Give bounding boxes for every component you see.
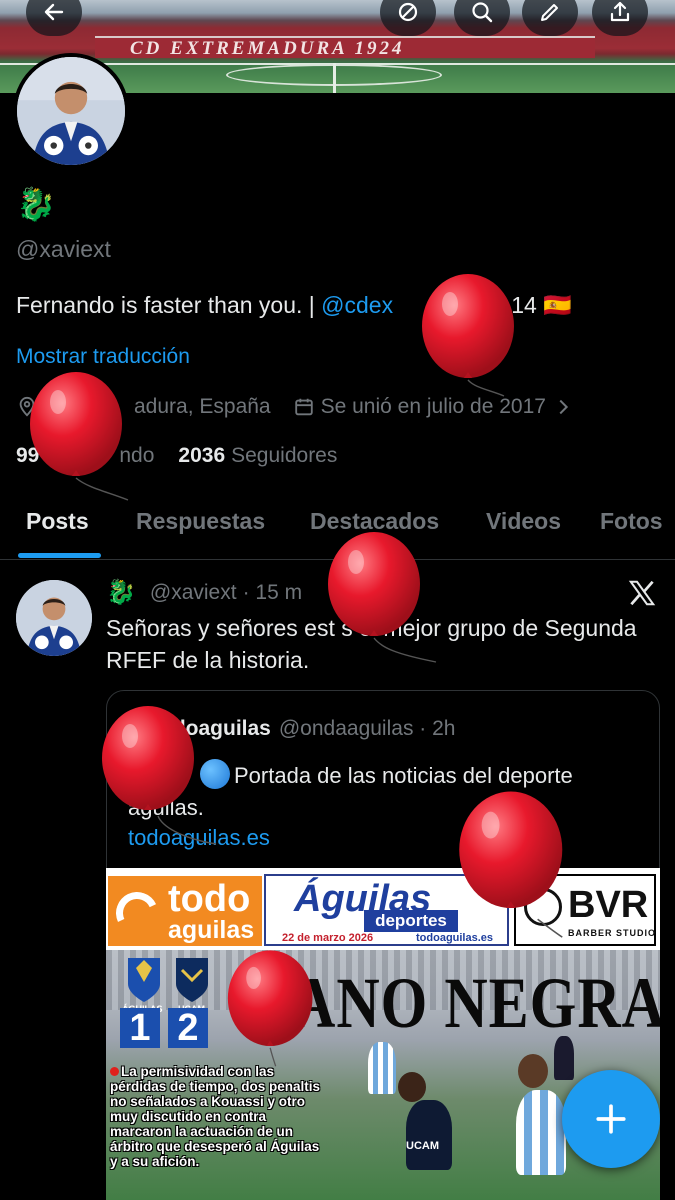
plus-icon bbox=[596, 1104, 626, 1134]
player bbox=[368, 1042, 396, 1094]
tweet-header: 🐉 @xaviext · 15 m bbox=[106, 578, 302, 607]
edit-icon bbox=[541, 4, 558, 21]
bio-text-suffix: FA14 🇪🇸 bbox=[483, 292, 572, 318]
followers-count: 2036 bbox=[178, 444, 226, 467]
tab-photos[interactable]: Fotos bbox=[600, 508, 663, 535]
profile-tabs: Posts Respuestas Destacados Videos Fotos bbox=[0, 490, 675, 560]
followers-link[interactable]: 2036 Seguidores bbox=[178, 444, 337, 468]
location-pin-icon bbox=[19, 396, 35, 417]
active-tab-indicator bbox=[18, 553, 101, 558]
aguilas-crest-icon bbox=[128, 958, 160, 1002]
tab-posts[interactable]: Posts bbox=[26, 508, 89, 535]
ucam-crest-icon bbox=[176, 958, 208, 1002]
bio-text-prefix: Fernando is faster than you. | bbox=[16, 292, 322, 318]
avatar-photo bbox=[17, 57, 125, 165]
cover-site: todoaguilas.es bbox=[416, 932, 494, 944]
sponsor-name: BVR bbox=[568, 884, 649, 926]
chevron-right-icon[interactable] bbox=[552, 396, 574, 418]
tab-highlights[interactable]: Destacados bbox=[310, 508, 439, 535]
pitch-center-line bbox=[333, 63, 336, 93]
deportes-label: deportes bbox=[364, 910, 458, 932]
cover-date: 22 de marzo 2026 bbox=[282, 932, 374, 944]
bvr-sponsor-logo: BVR BARBER STUDIO bbox=[514, 874, 656, 946]
red-bullet-icon bbox=[110, 1067, 119, 1076]
share-icon bbox=[610, 1, 630, 22]
todoaguilas-logo-mark bbox=[110, 886, 164, 940]
sponsor-subtitle: BARBER STUDIO bbox=[568, 928, 657, 938]
tweet-time: · 15 m bbox=[242, 580, 303, 604]
profile-meta: adura, España Se unió en julio de 2017 bbox=[16, 395, 574, 419]
bvr-emblem bbox=[524, 888, 562, 926]
stadium-text: CD EXTREMADURA 1924 bbox=[130, 38, 405, 59]
jersey-text: UCAM bbox=[406, 1140, 439, 1152]
quote-header: odoaguilas @ondaaguilas · 2h bbox=[160, 717, 455, 741]
tab-videos[interactable]: Videos bbox=[486, 508, 561, 535]
cover-caption: La permisividad con las pérdidas de tiem… bbox=[110, 1064, 322, 1169]
aguilas-deportes-logo: Águilas deportes 22 de marzo 2026 todoag… bbox=[264, 874, 509, 946]
scoreboard: 1 2 bbox=[120, 1008, 210, 1052]
cover-headline: ANO NEGRA bbox=[292, 963, 660, 1043]
bio-mention-link[interactable]: @cdex bbox=[321, 292, 393, 318]
translate-link[interactable]: Mostrar traducción bbox=[16, 345, 190, 369]
following-link[interactable]: 99 ndo bbox=[16, 444, 154, 468]
player bbox=[406, 1100, 452, 1170]
quote-link[interactable]: todoaguilas.es bbox=[128, 825, 270, 851]
tweet-text: Señoras y señores est s el mejor grupo d… bbox=[106, 615, 637, 673]
quote-text: Portada de las noticias del deporte agui… bbox=[128, 759, 648, 824]
compose-button[interactable] bbox=[562, 1070, 660, 1168]
tweet-avatar[interactable] bbox=[16, 580, 92, 656]
profile-handle: @xaviext bbox=[16, 236, 111, 262]
blue-circle-emoji bbox=[200, 759, 230, 789]
dragon-emoji: 🐉 bbox=[106, 579, 136, 606]
tab-replies[interactable]: Respuestas bbox=[136, 508, 265, 535]
cover-caption-text: La permisividad con las pérdidas de tiem… bbox=[110, 1064, 321, 1169]
avatar-photo bbox=[16, 580, 92, 656]
score-away: 2 bbox=[168, 1008, 208, 1048]
player-head bbox=[518, 1054, 548, 1088]
profile-joined: Se unió en julio de 2017 bbox=[320, 395, 546, 418]
followers-label: Seguidores bbox=[231, 444, 338, 467]
dragon-emoji: 🐉 bbox=[16, 186, 56, 222]
x-logo-icon[interactable] bbox=[626, 578, 658, 608]
back-arrow-icon bbox=[44, 3, 64, 21]
profile-counts: 99 ndo 2036 Seguidores bbox=[16, 444, 337, 468]
profile-location: adura, España bbox=[134, 395, 271, 418]
profile-avatar[interactable] bbox=[13, 53, 129, 169]
tweet-handle[interactable]: @xaviext bbox=[150, 581, 237, 605]
quote-author-name[interactable]: odoaguilas bbox=[160, 717, 271, 741]
profile-bio: Fernando is faster than you. | @cdex FA14… bbox=[16, 292, 572, 319]
quote-body: Portada de las noticias del deporte agui… bbox=[128, 763, 573, 820]
calendar-icon bbox=[294, 398, 313, 416]
mute-icon bbox=[398, 2, 418, 22]
search-icon bbox=[472, 2, 493, 23]
logo-text-aguilas: aguilas bbox=[168, 916, 255, 944]
todoaguilas-logo: todo aguilas bbox=[108, 876, 262, 946]
following-count: 99 bbox=[16, 444, 40, 467]
following-label: ndo bbox=[119, 444, 155, 467]
player-head bbox=[398, 1072, 426, 1102]
score-home: 1 bbox=[120, 1008, 160, 1048]
logo-text-todo: todo bbox=[168, 878, 251, 920]
player bbox=[516, 1090, 566, 1175]
quote-handle: @ondaaguilas · 2h bbox=[278, 717, 456, 740]
